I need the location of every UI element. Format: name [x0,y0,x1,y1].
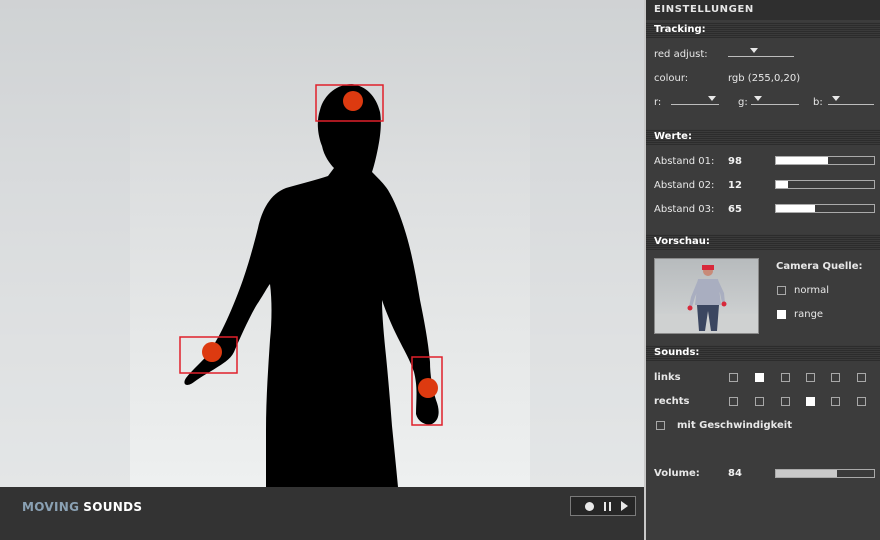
bottom-bar: MOVING SOUNDS [0,487,644,540]
r-dropdown[interactable] [671,95,719,105]
brand-logo: MOVING SOUNDS [22,500,142,514]
play-icon[interactable] [621,501,628,511]
chevron-down-icon [832,96,840,101]
range-option[interactable] [777,310,786,319]
abstand-02-bar [775,180,875,189]
tracking-view [0,0,644,487]
g-dropdown[interactable] [751,95,799,105]
red-adjust-dropdown[interactable] [728,47,794,57]
volume-slider[interactable] [775,469,875,478]
normal-option[interactable] [777,286,786,295]
range-option-label: range [794,309,824,320]
abstand-01-bar [775,156,875,165]
brand-word-sounds: SOUNDS [83,500,143,514]
b-label: b: [813,97,823,108]
record-icon[interactable] [585,502,594,511]
rechts-checkbox[interactable] [781,397,790,406]
rechts-checkbox[interactable] [831,397,840,406]
rechts-label: rechts [654,396,690,407]
abstand-01-value: 98 [728,156,742,167]
abstand-01-label: Abstand 01: [654,156,715,167]
links-checkbox[interactable] [729,373,738,382]
panel-title: EINSTELLUNGEN [646,0,880,20]
right-hand-marker [418,378,438,398]
pause-icon[interactable] [604,502,611,511]
abstand-03-label: Abstand 03: [654,204,715,215]
colour-label: colour: [654,73,689,84]
links-checkbox[interactable] [755,373,764,382]
rechts-checkbox[interactable] [729,397,738,406]
normal-option-label: normal [794,285,830,296]
player-controls [570,496,636,516]
b-dropdown[interactable] [828,95,874,105]
settings-panel: EINSTELLUNGEN Tracking: red adjust: colo… [644,0,880,540]
chevron-down-icon [754,96,762,101]
abstand-02-fill [776,181,788,188]
head-marker [343,91,363,111]
links-checkbox[interactable] [857,373,866,382]
colour-value: rgb (255,0,20) [728,73,801,84]
abstand-02-label: Abstand 02: [654,180,715,191]
volume-value: 84 [728,468,742,479]
abstand-03-bar [775,204,875,213]
camera-stage: MOVING SOUNDS [0,0,644,540]
camera-feed [0,0,644,487]
abstand-03-value: 65 [728,204,742,215]
rechts-checkbox[interactable] [755,397,764,406]
volume-label: Volume: [654,468,700,479]
preview-figure [655,265,758,333]
abstand-02-value: 12 [728,180,742,191]
links-checkbox[interactable] [831,373,840,382]
abstand-03-fill [776,205,816,212]
chevron-down-icon [708,96,716,101]
chevron-down-icon [750,48,758,53]
speed-checkbox[interactable] [656,421,665,430]
camera-preview [654,258,759,334]
links-checkbox[interactable] [806,373,815,382]
rechts-checkbox[interactable] [806,397,815,406]
vorschau-heading: Vorschau: [646,234,880,250]
links-label: links [654,372,681,383]
tracking-heading: Tracking: [646,22,880,38]
brand-word-moving: MOVING [22,500,80,514]
rechts-checkbox[interactable] [857,397,866,406]
speed-label: mit Geschwindigkeit [677,420,792,431]
g-label: g: [738,97,748,108]
volume-fill [776,470,837,477]
r-label: r: [654,97,662,108]
abstand-01-fill [776,157,828,164]
left-hand-marker [202,342,222,362]
links-checkbox[interactable] [781,373,790,382]
sounds-heading: Sounds: [646,345,880,361]
person-silhouette [184,84,439,487]
red-adjust-label: red adjust: [654,49,708,60]
werte-heading: Werte: [646,129,880,145]
camera-source-label: Camera Quelle: [776,261,863,272]
